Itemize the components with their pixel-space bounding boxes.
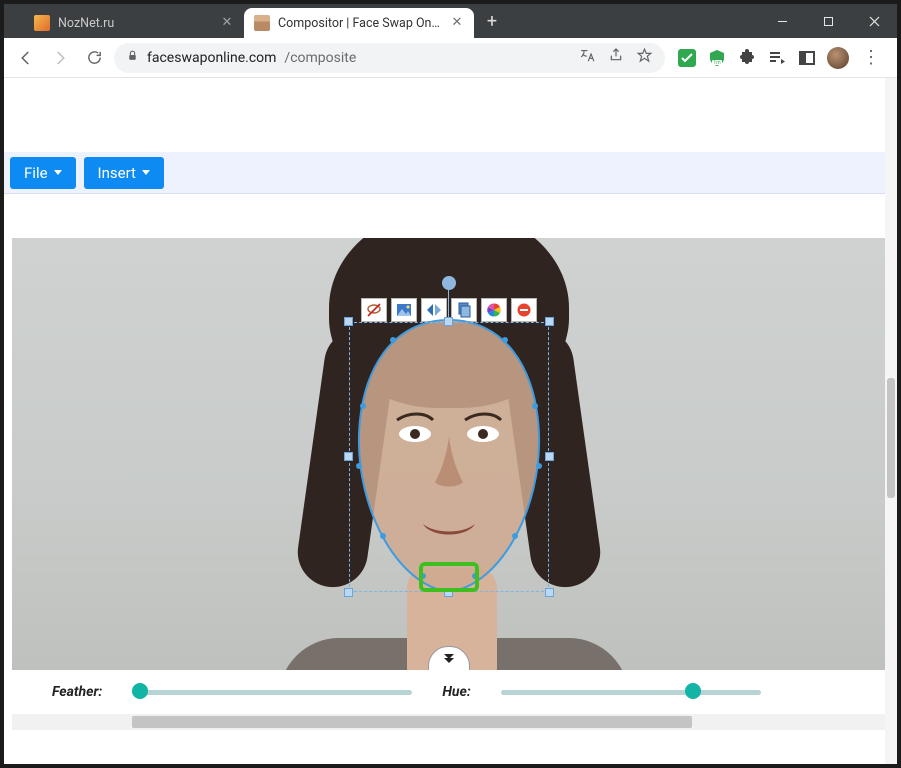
slider-row: Feather: Hue:	[12, 674, 885, 710]
file-label: File	[24, 164, 48, 182]
resize-handle-br[interactable]	[545, 588, 554, 597]
vertical-scrollbar[interactable]	[885, 78, 897, 764]
slider-thumb[interactable]	[132, 683, 148, 699]
close-tab-icon[interactable]: ✕	[450, 16, 464, 30]
window-close-button[interactable]	[851, 4, 897, 38]
new-tab-button[interactable]: +	[478, 7, 506, 35]
lock-icon	[126, 49, 139, 66]
bookmark-star-icon[interactable]	[636, 47, 653, 68]
resize-handle-tm[interactable]	[444, 317, 453, 326]
scrollbar-thumb[interactable]	[887, 378, 895, 498]
hue-slider[interactable]	[501, 687, 761, 697]
resize-handle-mr[interactable]	[545, 452, 554, 461]
file-menu-button[interactable]: File	[10, 157, 76, 189]
editor-canvas[interactable]	[12, 238, 885, 670]
resize-handle-ml[interactable]	[344, 452, 353, 461]
favicon-noznet	[34, 15, 50, 31]
nav-forward-button[interactable]	[46, 44, 74, 72]
app-toolbar: File Insert	[4, 152, 885, 194]
window-controls	[759, 4, 897, 38]
profile-avatar[interactable]	[827, 47, 849, 69]
insert-label: Insert	[98, 164, 136, 182]
tab-compositor[interactable]: Compositor | Face Swap Online ✕	[244, 8, 474, 38]
translate-icon[interactable]	[579, 47, 596, 68]
selection-rect	[349, 322, 549, 592]
share-icon[interactable]	[608, 47, 624, 68]
caret-down-icon	[142, 170, 150, 175]
highlight-annotation	[419, 562, 479, 592]
nav-back-button[interactable]	[12, 44, 40, 72]
address-bar: faceswaponline.com/composite 1m ⋮	[4, 38, 897, 78]
rotate-handle-line	[448, 290, 449, 317]
close-tab-icon[interactable]: ✕	[220, 16, 234, 30]
caret-down-icon	[54, 170, 62, 175]
feather-slider[interactable]	[132, 687, 412, 697]
url-path: /composite	[284, 50, 356, 66]
tab-strip: NozNet.ru ✕ Compositor | Face Swap Onlin…	[4, 4, 759, 38]
resize-handle-bl[interactable]	[344, 588, 353, 597]
face-selection[interactable]	[349, 322, 549, 592]
browser-window: NozNet.ru ✕ Compositor | Face Swap Onlin…	[0, 0, 901, 768]
svg-text:1m: 1m	[713, 60, 721, 66]
tab-title: Compositor | Face Swap Online	[278, 16, 442, 31]
window-maximize-button[interactable]	[805, 4, 851, 38]
extension-shield-icon[interactable]: 1m	[707, 48, 727, 68]
extension-check-icon[interactable]	[677, 48, 697, 68]
extension-panel-icon[interactable]	[797, 48, 817, 68]
extensions: 1m ⋮	[671, 47, 889, 69]
chrome-menu-button[interactable]: ⋮	[859, 47, 883, 68]
url-field[interactable]: faceswaponline.com/composite	[114, 43, 665, 73]
feather-label: Feather:	[52, 684, 102, 700]
nav-reload-button[interactable]	[80, 44, 108, 72]
scrollbar-thumb[interactable]	[132, 716, 692, 728]
favicon-compositor	[254, 15, 270, 31]
resize-handle-tr[interactable]	[545, 317, 554, 326]
tab-title: NozNet.ru	[58, 16, 212, 31]
titlebar: NozNet.ru ✕ Compositor | Face Swap Onlin…	[4, 4, 897, 38]
window-minimize-button[interactable]	[759, 4, 805, 38]
extensions-puzzle-icon[interactable]	[737, 48, 757, 68]
rotate-handle[interactable]	[442, 276, 456, 290]
hue-label: Hue:	[442, 684, 470, 700]
url-host: faceswaponline.com	[147, 50, 276, 66]
insert-menu-button[interactable]: Insert	[84, 157, 164, 189]
tab-noznet[interactable]: NozNet.ru ✕	[24, 8, 244, 38]
page-content: File Insert	[4, 78, 897, 764]
chevron-down-icon	[444, 658, 454, 663]
toolbar-spacer	[4, 194, 885, 238]
resize-handle-tl[interactable]	[344, 317, 353, 326]
extension-playlist-icon[interactable]	[767, 48, 787, 68]
slider-thumb[interactable]	[685, 683, 701, 699]
horizontal-scrollbar[interactable]	[12, 714, 885, 730]
